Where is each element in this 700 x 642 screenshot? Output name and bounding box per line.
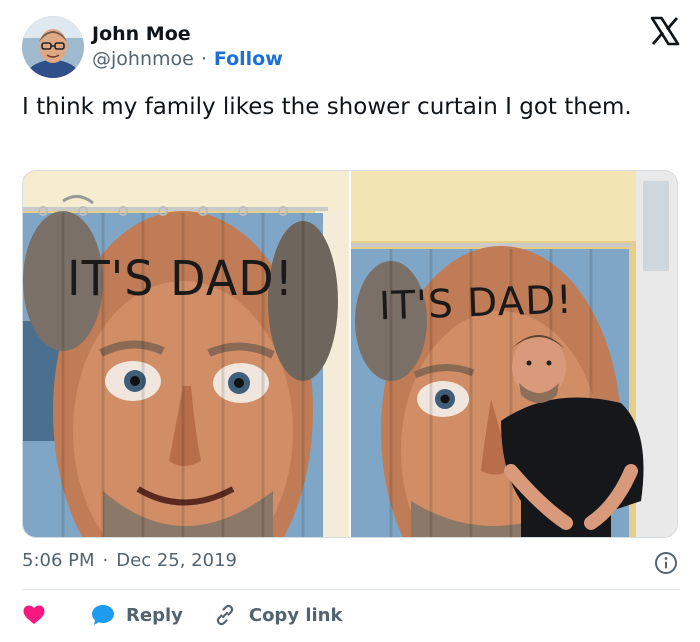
photo-left[interactable]: IT'S DAD! (23, 171, 349, 537)
x-logo-icon[interactable] (650, 16, 680, 46)
tweet-timestamp[interactable]: 5:06 PM · Dec 25, 2019 (22, 550, 237, 571)
reply-label: Reply (126, 604, 183, 626)
avatar[interactable] (22, 16, 84, 78)
action-bar: Reply Copy link (22, 600, 342, 630)
media-grid: IT'S DAD! IT'S DAD! (22, 170, 678, 538)
like-button[interactable] (22, 603, 46, 627)
author-info: John Moe @johnmoe · Follow (92, 22, 283, 72)
separator-dot: · (102, 550, 109, 571)
link-icon (216, 604, 234, 626)
tweet-card: John Moe @johnmoe · Follow I think my fa… (0, 0, 700, 642)
tweet-text: I think my family likes the shower curta… (22, 94, 632, 120)
reply-button[interactable]: Reply (90, 602, 183, 628)
author-display-name[interactable]: John Moe (92, 22, 283, 46)
follow-button[interactable]: Follow (214, 46, 283, 72)
speech-bubble-icon (92, 605, 114, 625)
divider (22, 589, 680, 590)
author-handle[interactable]: @johnmoe (92, 46, 194, 72)
info-icon[interactable] (654, 551, 678, 575)
tweet-header: John Moe @johnmoe · Follow (22, 14, 680, 80)
photo-right[interactable]: IT'S DAD! (351, 171, 677, 537)
right-photo-caption: IT'S DAD! (378, 277, 574, 330)
author-handle-row: @johnmoe · Follow (92, 46, 283, 72)
copy-link-label: Copy link (248, 604, 343, 626)
separator-dot: · (200, 48, 207, 70)
left-photo-caption: IT'S DAD! (67, 249, 295, 307)
tweet-time[interactable]: 5:06 PM (22, 550, 95, 571)
heart-icon (23, 605, 45, 624)
copy-link-button[interactable]: Copy link (213, 603, 343, 627)
tweet-date[interactable]: Dec 25, 2019 (116, 550, 237, 571)
